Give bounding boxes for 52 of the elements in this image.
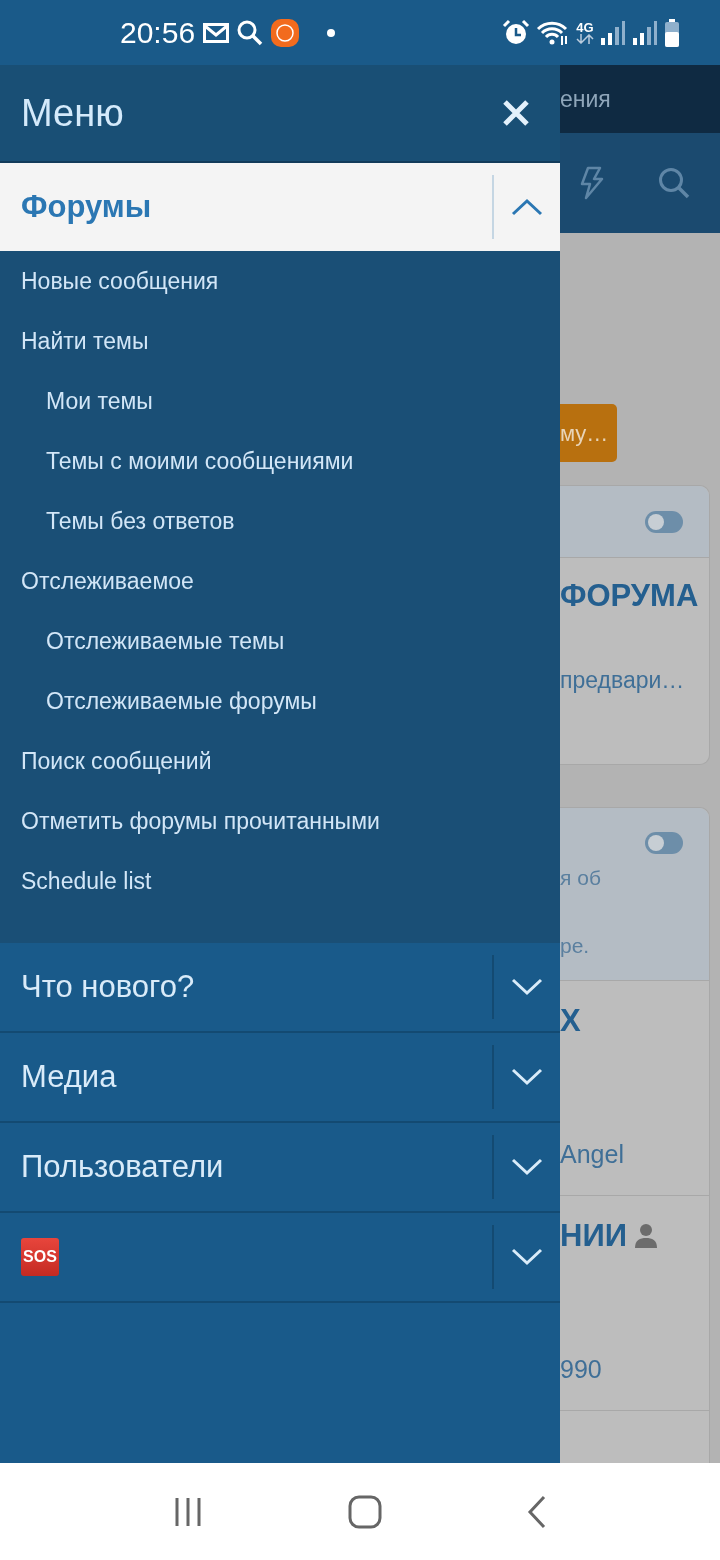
- submenu-link[interactable]: Отслеживаемые форумы: [0, 671, 560, 731]
- battery-icon: [664, 18, 680, 47]
- submenu-link[interactable]: Новые сообщения: [0, 251, 560, 311]
- section-label: Форумы: [21, 187, 152, 226]
- page-header-text: ения: [560, 84, 611, 114]
- alarm-icon: [502, 18, 530, 47]
- home-icon[interactable]: [348, 1494, 382, 1529]
- toggle-switch[interactable]: [645, 510, 683, 533]
- menu-title: Меню: [21, 90, 124, 136]
- section-label: Медиа: [21, 1057, 117, 1096]
- chevron-down-icon: [511, 1068, 543, 1086]
- section-label: Что нового?: [21, 967, 195, 1006]
- close-icon[interactable]: [502, 99, 530, 127]
- clock-time: 20:56: [120, 15, 196, 51]
- chevron-down-icon: [511, 978, 543, 996]
- search-icon[interactable]: [658, 167, 690, 199]
- submenu-link[interactable]: Отслеживаемые темы: [0, 611, 560, 671]
- submenu-link[interactable]: Темы без ответов: [0, 491, 560, 551]
- card-text: я об: [560, 865, 602, 891]
- submenu-link[interactable]: Отслеживаемое: [0, 551, 560, 611]
- submenu-link[interactable]: Мои темы: [0, 371, 560, 431]
- submenu-link[interactable]: Отметить форумы прочитанными: [0, 791, 560, 851]
- wifi-icon: [536, 19, 570, 46]
- toggle-switch[interactable]: [645, 832, 683, 854]
- back-icon[interactable]: [526, 1494, 548, 1529]
- search-icon: [237, 19, 264, 46]
- card-text: предвари…: [560, 666, 686, 695]
- row-title: Х: [560, 1005, 581, 1036]
- signal-icon: [600, 19, 626, 46]
- row-text: Angel: [560, 1138, 625, 1170]
- sos-icon: SOS: [21, 1238, 59, 1276]
- lightning-icon[interactable]: [578, 166, 604, 200]
- app-icon: [271, 18, 300, 47]
- row-text: 990: [560, 1353, 603, 1385]
- card-text: ре.: [560, 932, 591, 959]
- chevron-down-icon: [511, 1248, 543, 1266]
- submenu-link[interactable]: Найти темы: [0, 311, 560, 371]
- signal-icon: [632, 19, 658, 46]
- submenu-link[interactable]: Schedule list: [0, 851, 560, 911]
- user-icon: [634, 1223, 657, 1248]
- chevron-up-icon: [511, 198, 543, 216]
- section-label: Пользователи: [21, 1147, 224, 1186]
- chevron-down-icon: [511, 1158, 543, 1176]
- mail-icon: [203, 22, 230, 43]
- menu-section[interactable]: Форумы: [0, 163, 560, 253]
- submenu-link[interactable]: Темы с моими сообщениями: [0, 431, 560, 491]
- card-title: ФОРУМА: [560, 580, 700, 611]
- row-title: НИИ: [560, 1220, 627, 1251]
- dot-icon: [327, 28, 336, 37]
- network-type: 4G: [576, 21, 594, 34]
- submenu-link[interactable]: Поиск сообщений: [0, 731, 560, 791]
- data-arrows-icon: [576, 34, 594, 44]
